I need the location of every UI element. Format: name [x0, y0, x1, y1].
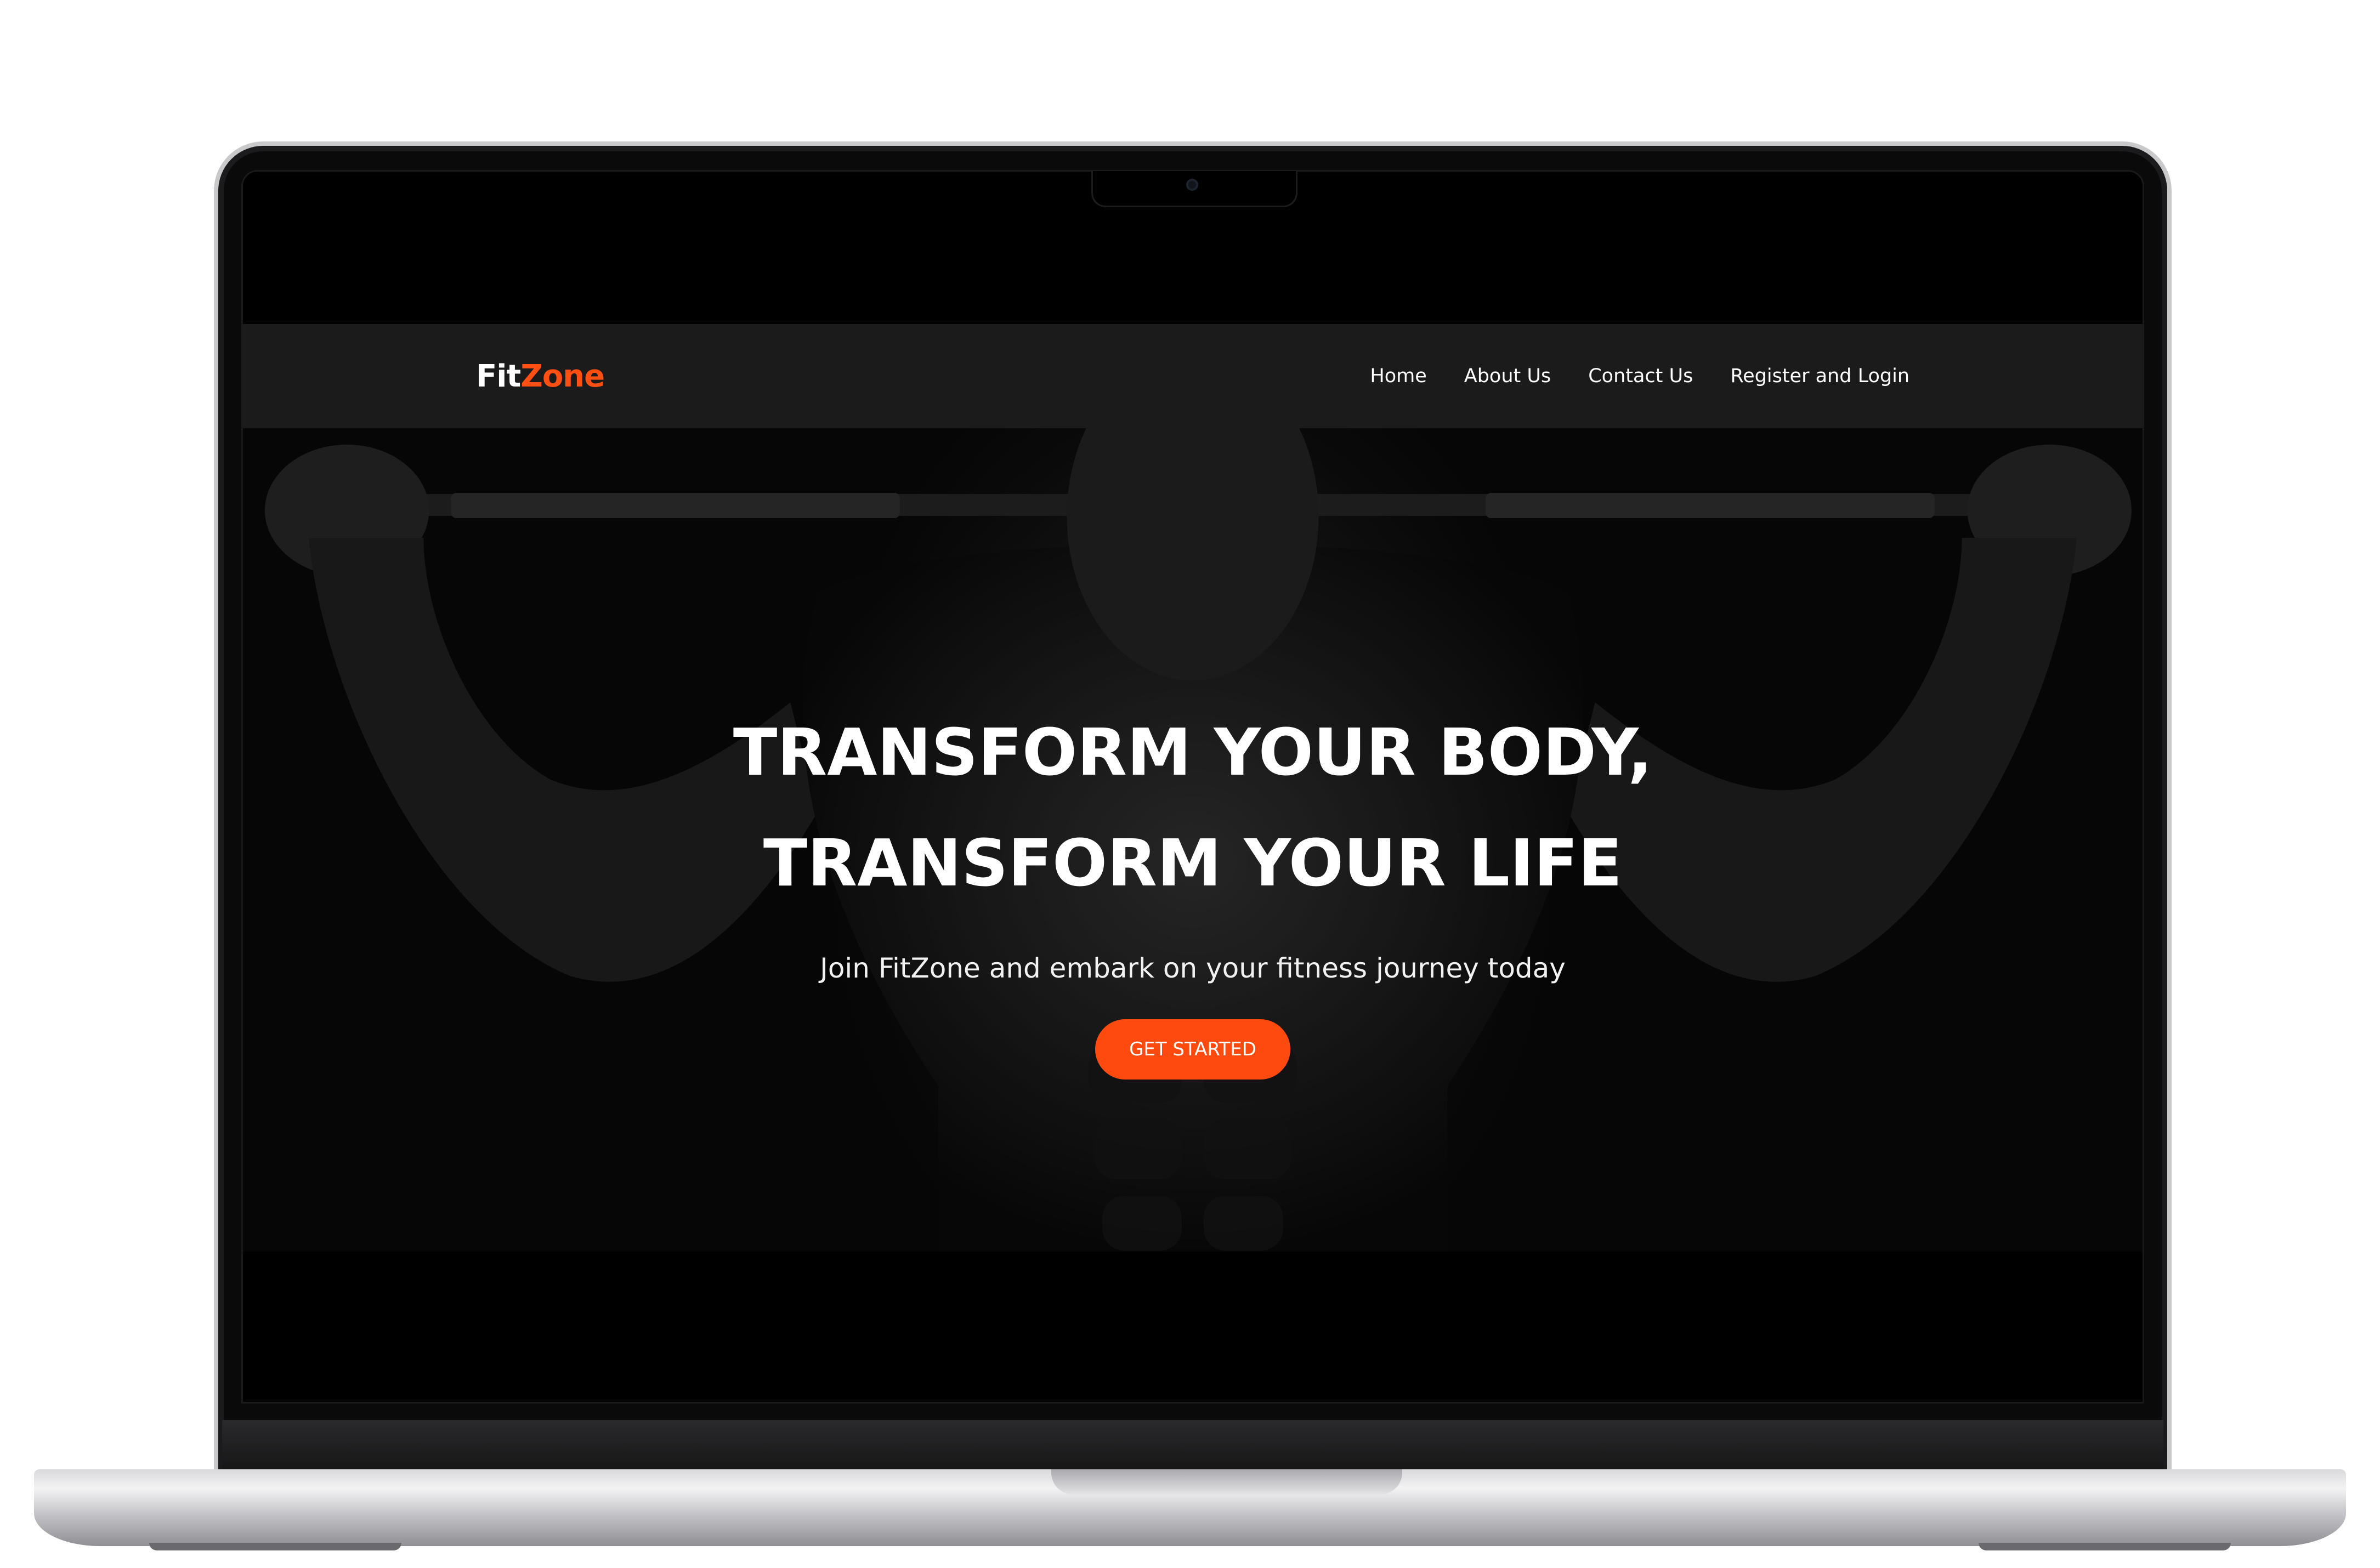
- hero-title-line1: TRANSFORM YOUR BODY,: [733, 714, 1653, 790]
- hero-subtitle: Join FitZone and embark on your fitness …: [820, 952, 1566, 984]
- website: FitZone Home About Us Contact Us Registe…: [243, 172, 2143, 1402]
- nav-links: Home About Us Contact Us Register and Lo…: [1370, 365, 1909, 387]
- laptop-foot-left: [149, 1543, 401, 1550]
- laptop-base: [34, 1469, 2346, 1550]
- hero-section: TRANSFORM YOUR BODY, TRANSFORM YOUR LIFE…: [243, 428, 2143, 1252]
- nav-link-home[interactable]: Home: [1370, 365, 1426, 387]
- nav-link-register-login[interactable]: Register and Login: [1730, 365, 1909, 387]
- navbar: FitZone Home About Us Contact Us Registe…: [243, 324, 2143, 428]
- laptop-hinge: [222, 1420, 2163, 1475]
- laptop-screen: FitZone Home About Us Contact Us Registe…: [241, 170, 2144, 1404]
- camera-icon: [1186, 179, 1198, 191]
- nav-link-contact-us[interactable]: Contact Us: [1588, 365, 1693, 387]
- hero-content: TRANSFORM YOUR BODY, TRANSFORM YOUR LIFE…: [243, 697, 2143, 1080]
- get-started-button[interactable]: GET STARTED: [1095, 1019, 1290, 1080]
- laptop-opening-lip: [1051, 1469, 1402, 1495]
- brand-logo-part2: Zone: [520, 358, 605, 394]
- hero-title-line2: TRANSFORM YOUR LIFE: [763, 825, 1623, 901]
- nav-link-about-us[interactable]: About Us: [1464, 365, 1551, 387]
- brand-logo[interactable]: FitZone: [476, 358, 605, 394]
- laptop-foot-right: [1979, 1543, 2231, 1550]
- screen-bottom-area: [243, 1252, 2143, 1402]
- hero-title: TRANSFORM YOUR BODY, TRANSFORM YOUR LIFE: [243, 697, 2143, 918]
- camera-notch: [1091, 171, 1297, 207]
- brand-logo-part1: Fit: [476, 358, 521, 394]
